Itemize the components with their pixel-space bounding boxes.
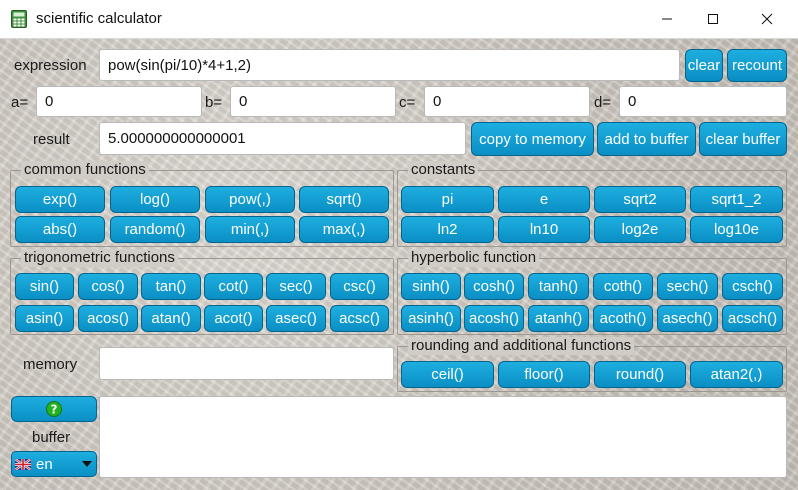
maximize-button[interactable]	[690, 0, 736, 38]
const-ln2-button[interactable]: ln2	[401, 216, 494, 243]
rounding-functions-title: rounding and additional functions	[408, 337, 635, 355]
trigonometric-functions-title: trigonometric functions	[21, 249, 178, 267]
sin-button[interactable]: sin()	[15, 273, 74, 300]
help-icon: ?	[46, 401, 62, 417]
memory-label: memory	[23, 356, 78, 373]
title-bar: scientific calculator	[0, 0, 798, 39]
atan2-button[interactable]: atan2(,)	[690, 361, 783, 388]
calculator-icon	[11, 10, 27, 28]
const-log10e-button[interactable]: log10e	[690, 216, 783, 243]
sqrt-button[interactable]: sqrt()	[299, 186, 389, 213]
tanh-button[interactable]: tanh()	[528, 273, 589, 300]
variable-a-input[interactable]: 0	[36, 86, 202, 117]
sec-button[interactable]: sec()	[266, 273, 326, 300]
atanh-button[interactable]: atanh()	[528, 305, 589, 332]
min-button[interactable]: min(,)	[205, 216, 295, 243]
memory-field[interactable]	[99, 347, 394, 380]
atan-button[interactable]: atan()	[141, 305, 201, 332]
csch-button[interactable]: csch()	[722, 273, 783, 300]
acsch-button[interactable]: acsch()	[722, 305, 783, 332]
asinh-button[interactable]: asinh()	[401, 305, 461, 332]
svg-text:?: ?	[51, 403, 58, 417]
hyperbolic-functions-title: hyperbolic function	[408, 249, 540, 267]
variable-c-input[interactable]: 0	[424, 86, 590, 117]
maximize-icon	[708, 14, 718, 24]
result-output: 5.000000000000001	[99, 122, 466, 155]
result-label: result	[33, 131, 70, 148]
cos-button[interactable]: cos()	[78, 273, 138, 300]
const-ln10-button[interactable]: ln10	[498, 216, 590, 243]
cot-button[interactable]: cot()	[204, 273, 263, 300]
recount-button[interactable]: recount	[727, 49, 787, 82]
sech-button[interactable]: sech()	[657, 273, 718, 300]
random-button[interactable]: random()	[110, 216, 200, 243]
acosh-button[interactable]: acosh()	[464, 305, 524, 332]
floor-button[interactable]: floor()	[498, 361, 590, 388]
variable-b-input[interactable]: 0	[230, 86, 396, 117]
window-title: scientific calculator	[36, 10, 162, 27]
expression-label: expression	[14, 57, 87, 74]
constants-title: constants	[408, 161, 479, 179]
ceil-button[interactable]: ceil()	[401, 361, 494, 388]
acsc-button[interactable]: acsc()	[330, 305, 389, 332]
const-log2e-button[interactable]: log2e	[594, 216, 686, 243]
help-button[interactable]: ?	[11, 396, 97, 422]
tan-button[interactable]: tan()	[141, 273, 201, 300]
variable-d-label: d=	[594, 94, 612, 111]
round-button[interactable]: round()	[594, 361, 686, 388]
close-button[interactable]	[744, 0, 790, 38]
coth-button[interactable]: coth()	[593, 273, 653, 300]
const-sqrt1-2-button[interactable]: sqrt1_2	[690, 186, 783, 213]
max-button[interactable]: max(,)	[299, 216, 389, 243]
clear-buffer-button[interactable]: clear buffer	[699, 122, 787, 156]
csc-button[interactable]: csc()	[330, 273, 389, 300]
const-pi-button[interactable]: pi	[401, 186, 494, 213]
buffer-label: buffer	[32, 429, 71, 446]
clear-button[interactable]: clear	[685, 49, 723, 82]
variable-b-label: b=	[205, 94, 223, 111]
sinh-button[interactable]: sinh()	[401, 273, 461, 300]
chevron-down-icon	[82, 461, 92, 467]
asech-button[interactable]: asech()	[657, 305, 718, 332]
language-value: en	[36, 456, 53, 473]
minimize-button[interactable]	[644, 0, 690, 38]
language-select[interactable]: en	[11, 451, 97, 477]
asin-button[interactable]: asin()	[15, 305, 74, 332]
buffer-textarea[interactable]	[99, 396, 787, 478]
copy-to-memory-button[interactable]: copy to memory	[471, 122, 594, 156]
abs-button[interactable]: abs()	[15, 216, 105, 243]
variable-a-label: a=	[11, 94, 29, 111]
acoth-button[interactable]: acoth()	[593, 305, 653, 332]
log-button[interactable]: log()	[110, 186, 200, 213]
cosh-button[interactable]: cosh()	[464, 273, 524, 300]
acot-button[interactable]: acot()	[204, 305, 263, 332]
variable-d-input[interactable]: 0	[619, 86, 787, 117]
const-sqrt2-button[interactable]: sqrt2	[594, 186, 686, 213]
acos-button[interactable]: acos()	[78, 305, 138, 332]
common-functions-title: common functions	[21, 161, 149, 179]
close-icon	[761, 13, 773, 25]
asec-button[interactable]: asec()	[266, 305, 326, 332]
const-e-button[interactable]: e	[498, 186, 590, 213]
expression-input[interactable]: pow(sin(pi/10)*4+1,2)	[99, 49, 680, 81]
exp-button[interactable]: exp()	[15, 186, 105, 213]
add-to-buffer-button[interactable]: add to buffer	[597, 122, 696, 156]
minimize-icon	[662, 18, 672, 20]
uk-flag-icon	[15, 459, 31, 470]
variable-c-label: c=	[399, 94, 416, 111]
pow-button[interactable]: pow(,)	[205, 186, 295, 213]
